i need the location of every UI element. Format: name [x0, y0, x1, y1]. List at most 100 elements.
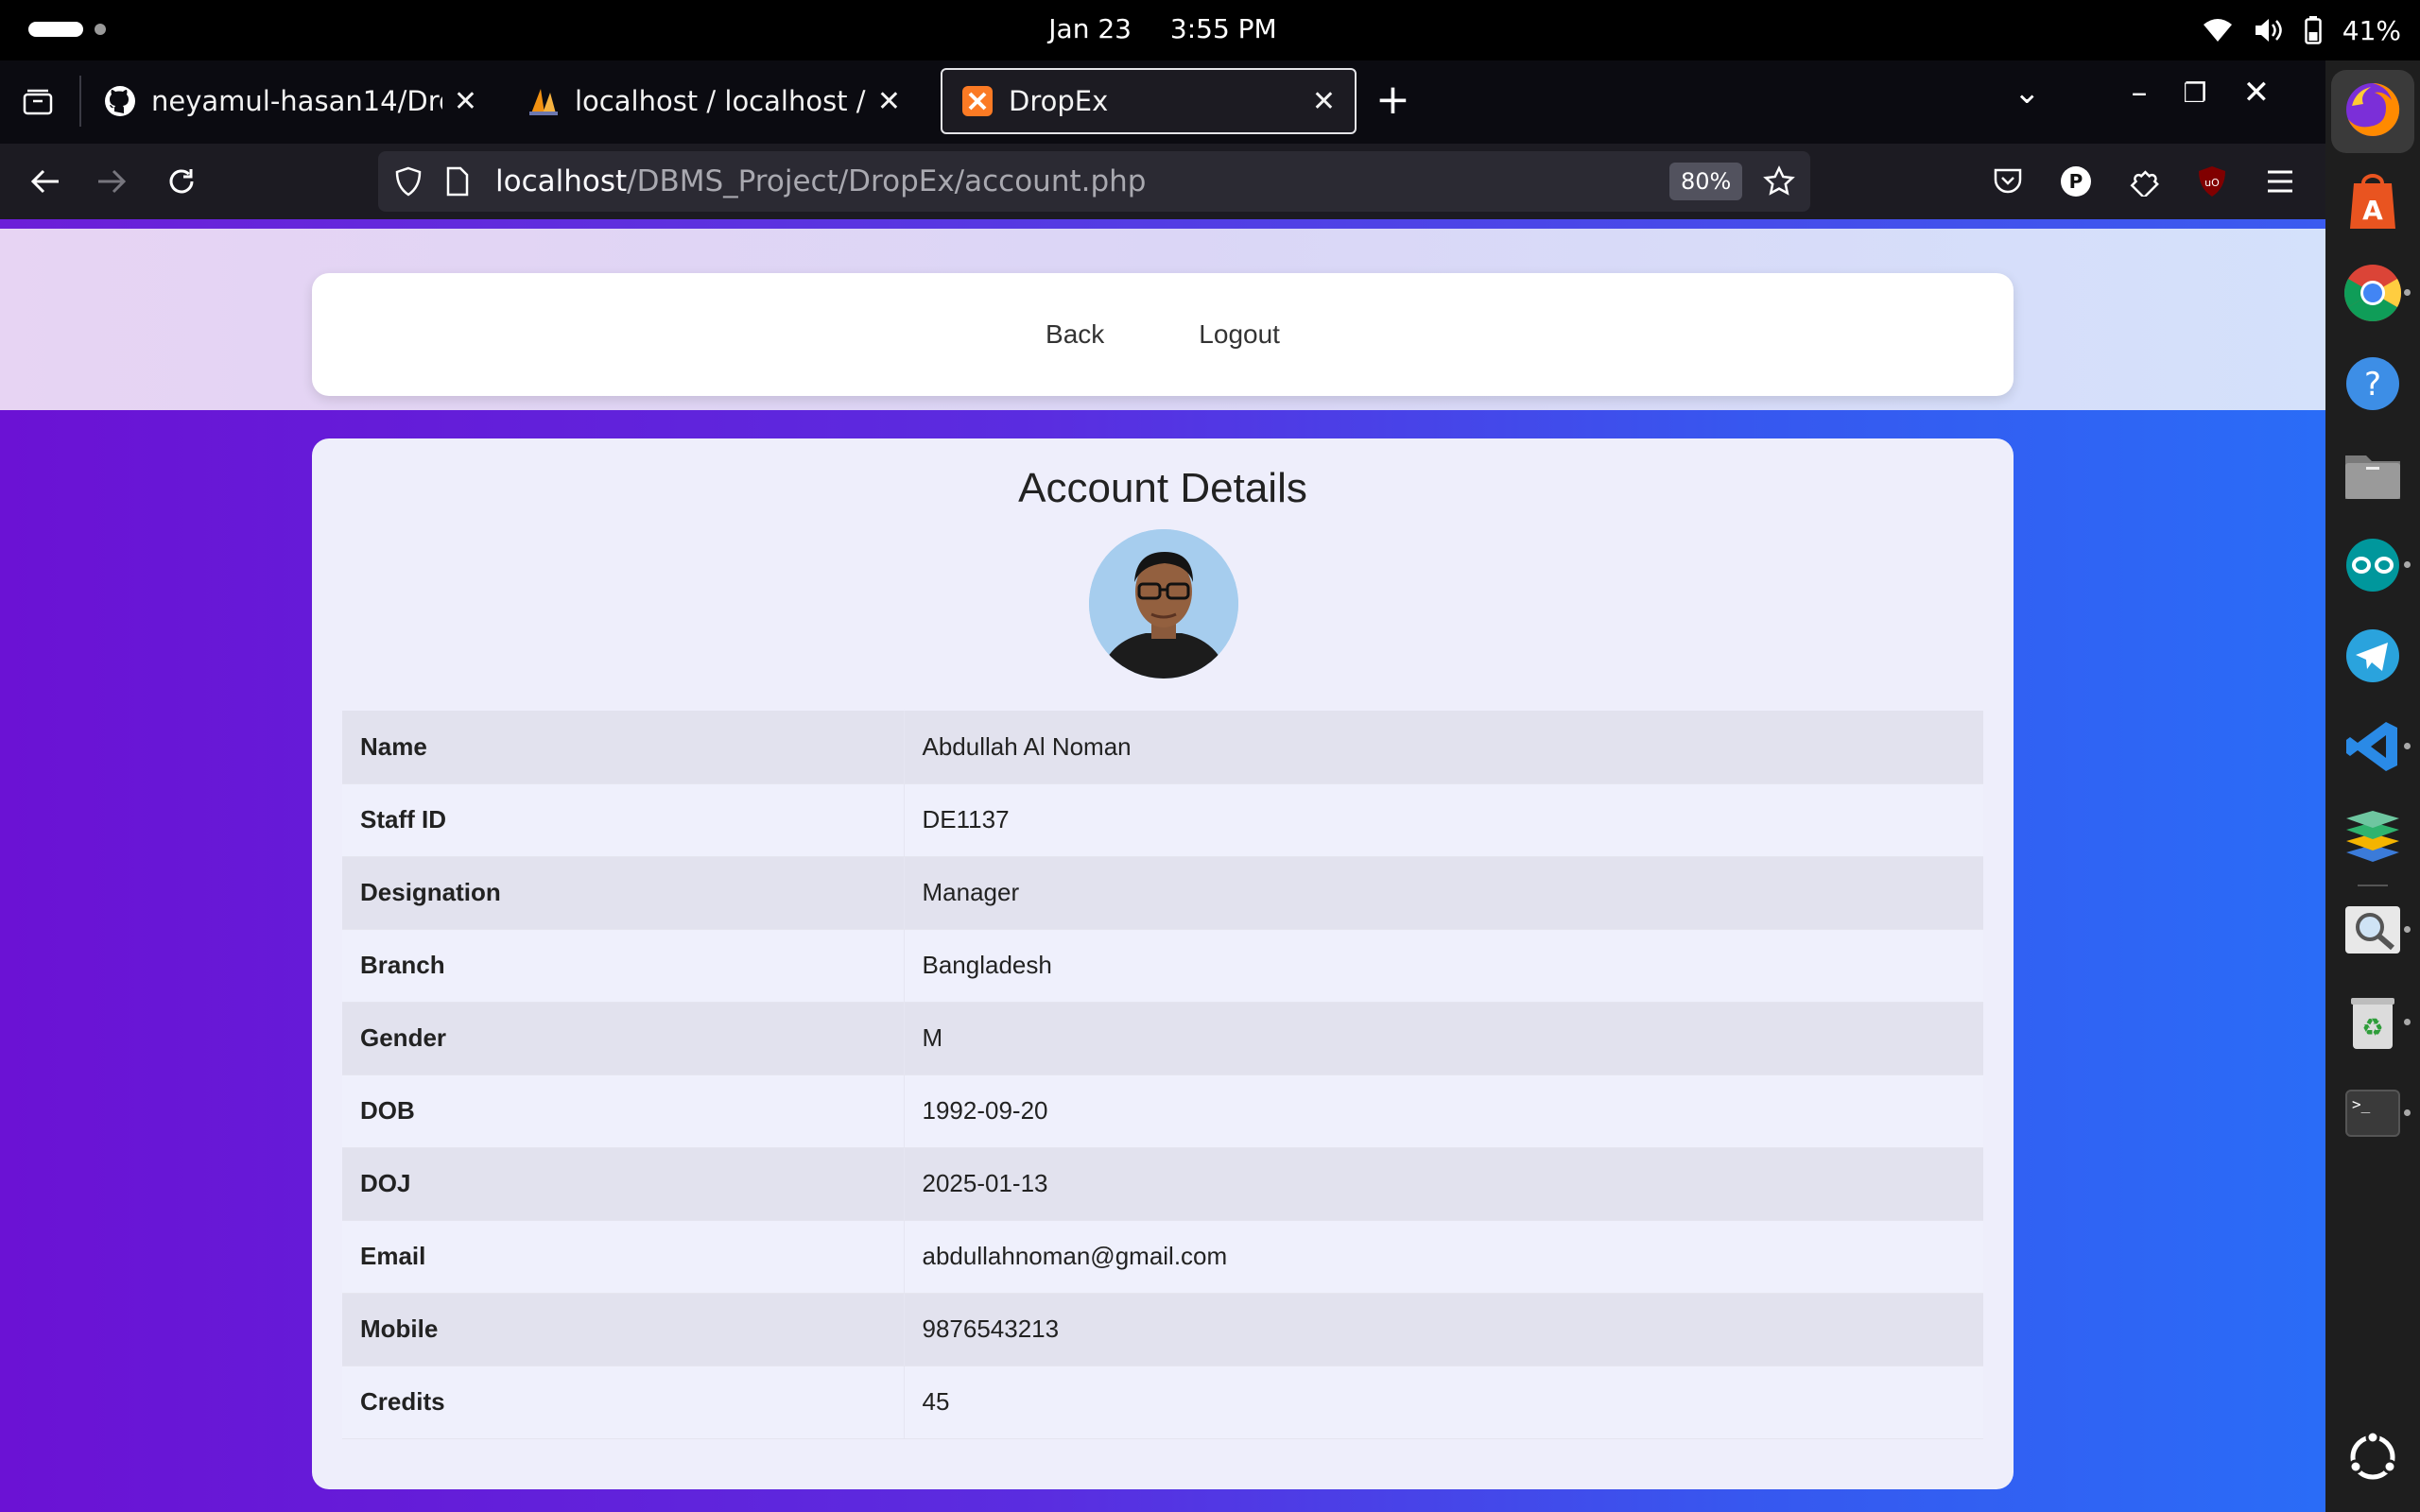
image-viewer-icon[interactable]	[2342, 900, 2411, 960]
zoom-badge[interactable]: 80%	[1669, 163, 1743, 200]
clock[interactable]: Jan 23 3:55 PM	[0, 0, 2325, 60]
svg-text:?: ?	[2364, 366, 2381, 404]
field-label: Name	[342, 711, 905, 784]
wifi-icon	[2203, 19, 2232, 42]
field-value: DE1137	[904, 783, 1983, 857]
pocket-button[interactable]	[1985, 159, 2031, 204]
app-center-icon[interactable]: A	[2342, 172, 2403, 232]
url-host: localhost	[495, 164, 628, 198]
running-indicator	[2404, 289, 2411, 296]
arrow-left-icon	[30, 169, 59, 194]
vscode-icon[interactable]	[2342, 716, 2411, 777]
back-link[interactable]: Back	[1046, 319, 1104, 350]
profile-button[interactable]: P	[2053, 159, 2099, 204]
field-label: Email	[342, 1220, 905, 1294]
telegram-icon[interactable]	[2342, 626, 2403, 686]
date-label: Jan 23	[1048, 13, 1132, 44]
battery-icon	[2305, 16, 2322, 44]
page-viewport: Back Logout Account Details Name Abdulla…	[0, 219, 2325, 1512]
terminal-icon[interactable]: >_	[2342, 1083, 2411, 1143]
field-label: Branch	[342, 929, 905, 1003]
tab-title: DropEx	[1009, 85, 1109, 117]
page-icon[interactable]	[446, 166, 469, 197]
table-row: DOJ 2025-01-13	[342, 1147, 1983, 1221]
tab-title: neyamul-hasan14/DropEx	[151, 85, 442, 117]
table-row: Credits 45	[342, 1366, 1983, 1439]
running-indicator	[2404, 561, 2411, 568]
trash-icon[interactable]: ♻	[2342, 992, 2411, 1053]
puzzle-icon	[2130, 170, 2159, 197]
table-row: Designation Manager	[342, 856, 1983, 930]
dock-separator	[2358, 885, 2388, 886]
list-all-tabs-icon[interactable]: ⌄	[2014, 74, 2041, 112]
address-bar[interactable]: localhost/DBMS_Project/DropEx/account.ph…	[378, 151, 1810, 212]
minimize-icon[interactable]: –	[2132, 74, 2148, 112]
arduino-icon[interactable]	[2342, 535, 2411, 595]
extensions-button[interactable]	[2121, 159, 2167, 204]
menu-button[interactable]	[2257, 159, 2303, 204]
new-tab-button[interactable]: +	[1375, 79, 1410, 121]
layers-app-icon[interactable]	[2342, 807, 2403, 868]
field-label: Credits	[342, 1366, 905, 1439]
back-button[interactable]	[23, 159, 68, 204]
svg-text:uO: uO	[2204, 177, 2220, 189]
account-details-card: Account Details Name Abdullah Al Noman S…	[312, 438, 2014, 1489]
url-text[interactable]: localhost/DBMS_Project/DropEx/account.ph…	[495, 151, 1146, 212]
phpmyadmin-icon	[527, 85, 560, 117]
running-indicator	[2404, 1109, 2411, 1116]
chrome-icon[interactable]	[2342, 263, 2411, 323]
ubuntu-dock: A ? ♻ >_	[2325, 60, 2420, 1512]
reload-icon	[169, 169, 194, 194]
table-row: DOB 1992-09-20	[342, 1074, 1983, 1148]
field-value: 9876543213	[904, 1293, 1983, 1366]
close-window-icon[interactable]: ✕	[2243, 74, 2271, 112]
avatar-p-icon: P	[2061, 166, 2091, 197]
field-label: DOB	[342, 1074, 905, 1148]
field-value: 1992-09-20	[904, 1074, 1983, 1148]
avatar	[1089, 529, 1238, 679]
restore-icon[interactable]: ❐	[2184, 77, 2207, 109]
logout-link[interactable]: Logout	[1199, 319, 1280, 350]
show-apps-icon[interactable]	[2342, 1427, 2403, 1487]
xampp-icon	[961, 85, 994, 117]
tab-separator	[79, 76, 81, 127]
tab-github[interactable]: neyamul-hasan14/DropEx ✕	[85, 68, 496, 134]
hamburger-icon	[2268, 170, 2292, 193]
url-path: /DBMS_Project/DropEx/account.php	[627, 164, 1147, 198]
system-top-bar: Jan 23 3:55 PM 41%	[0, 0, 2420, 60]
close-tab-icon[interactable]: ✕	[1312, 85, 1336, 118]
running-indicator	[2404, 926, 2411, 933]
top-accent-strip	[0, 219, 2325, 229]
ublock-button[interactable]: uO	[2189, 159, 2235, 204]
tab-dropex[interactable]: DropEx ✕	[941, 68, 1357, 134]
battery-percent: 41%	[2342, 14, 2401, 46]
tab-title: localhost / localhost / DropEx	[575, 85, 866, 117]
system-tray[interactable]: 41%	[2203, 0, 2401, 60]
files-icon[interactable]	[2342, 444, 2403, 505]
svg-text:A: A	[2362, 195, 2383, 226]
table-row: Name Abdullah Al Noman	[342, 711, 1983, 784]
field-value: 2025-01-13	[904, 1147, 1983, 1221]
running-indicator	[2404, 743, 2411, 749]
forward-button[interactable]	[89, 159, 134, 204]
page-title: Account Details	[1018, 465, 1307, 511]
close-tab-icon[interactable]: ✕	[454, 85, 477, 118]
shield-icon[interactable]	[395, 166, 422, 197]
running-indicator	[2404, 1019, 2411, 1025]
field-label: DOJ	[342, 1147, 905, 1221]
field-label: Gender	[342, 1002, 905, 1075]
tab-phpmyadmin[interactable]: localhost / localhost / DropEx ✕	[509, 68, 920, 134]
svg-text:♻: ♻	[2361, 1014, 2383, 1042]
navigation-toolbar: localhost/DBMS_Project/DropEx/account.ph…	[0, 144, 2325, 219]
help-icon[interactable]: ?	[2342, 353, 2403, 414]
table-row: Staff ID DE1137	[342, 783, 1983, 857]
firefox-icon[interactable]	[2342, 79, 2403, 140]
table-row: Email abdullahnoman@gmail.com	[342, 1220, 1983, 1294]
star-icon[interactable]	[1763, 165, 1795, 198]
field-value: abdullahnoman@gmail.com	[904, 1220, 1983, 1294]
svg-text:P: P	[2069, 170, 2083, 193]
tab-overview-button[interactable]	[0, 68, 76, 134]
reload-button[interactable]	[159, 159, 204, 204]
close-tab-icon[interactable]: ✕	[877, 85, 901, 118]
ublock-icon: uO	[2199, 166, 2225, 197]
